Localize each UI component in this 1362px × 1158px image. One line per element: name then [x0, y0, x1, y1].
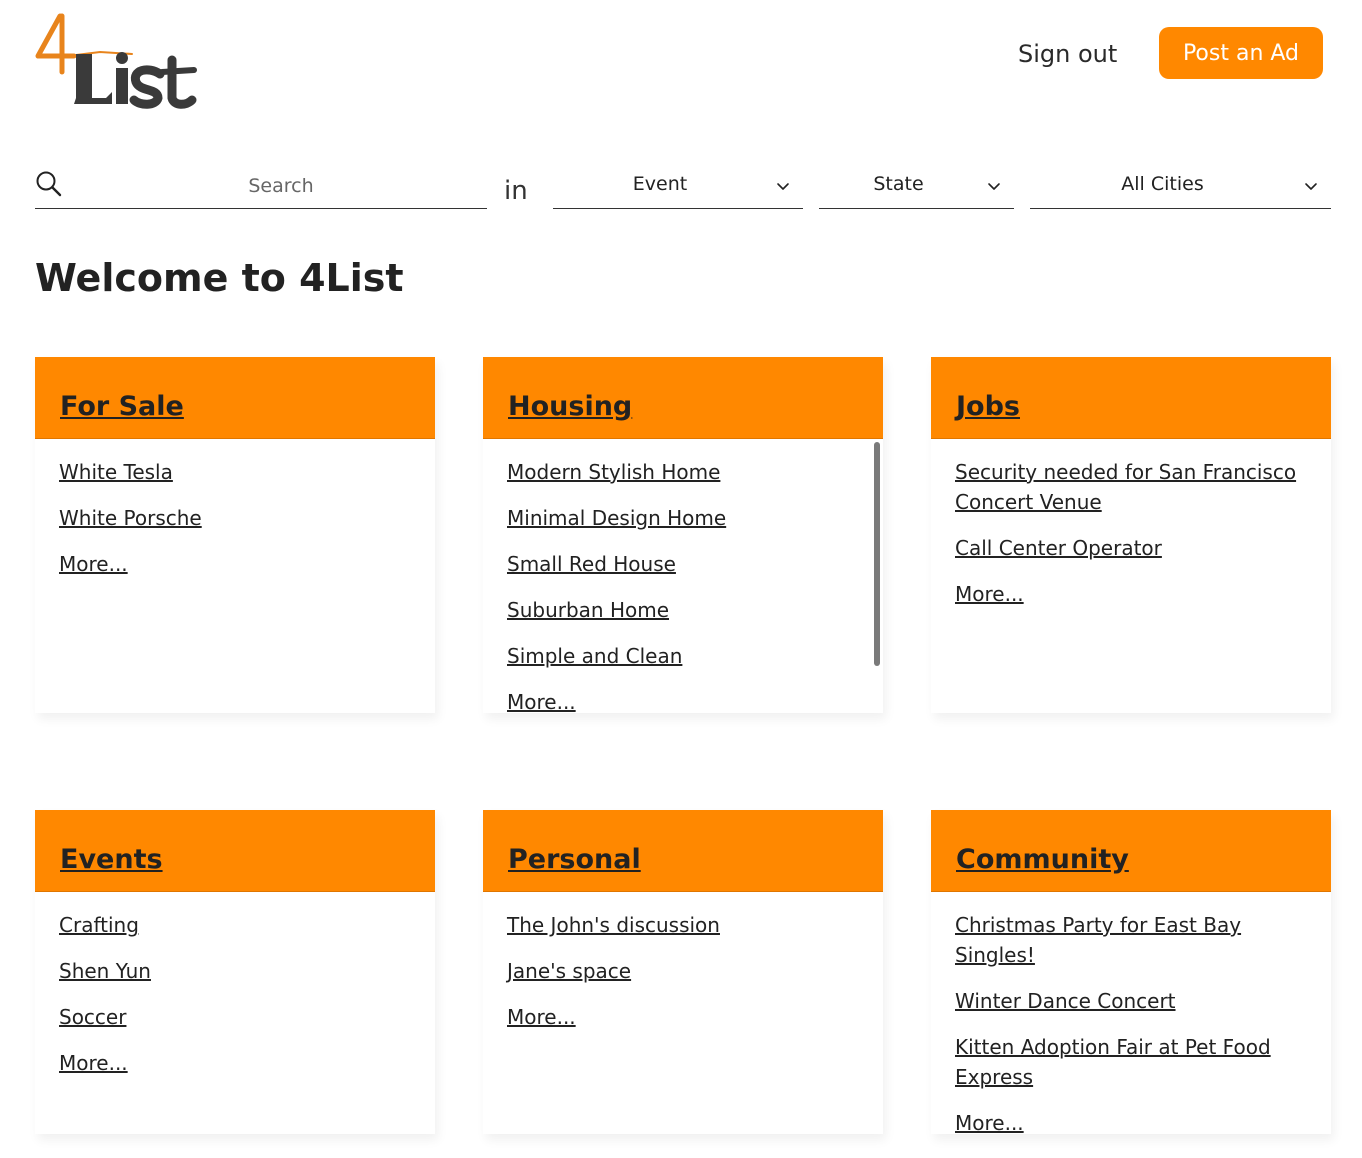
- listing-link[interactable]: Shen Yun: [59, 959, 151, 983]
- search-input[interactable]: [75, 170, 487, 202]
- listing-link[interactable]: Modern Stylish Home: [507, 460, 720, 484]
- card-header: For Sale: [35, 357, 435, 439]
- list-item: Simple and Clean: [507, 641, 859, 671]
- list-item: Call Center Operator: [955, 533, 1307, 563]
- card-title-housing[interactable]: Housing: [508, 391, 632, 422]
- more-link[interactable]: More...: [955, 582, 1024, 606]
- category-select-value: Event: [632, 173, 688, 195]
- listing-link[interactable]: Security needed for San Francisco Concer…: [955, 460, 1296, 514]
- listing-link[interactable]: Crafting: [59, 913, 139, 937]
- city-select-value: All Cities: [1121, 173, 1204, 195]
- more-link[interactable]: More...: [59, 552, 128, 576]
- listing-link[interactable]: Winter Dance Concert: [955, 989, 1176, 1013]
- site-logo[interactable]: [34, 12, 209, 110]
- list-item: Modern Stylish Home: [507, 457, 859, 487]
- scrollbar[interactable]: [874, 442, 880, 666]
- list-item: Crafting: [59, 910, 411, 940]
- in-label: in: [504, 176, 528, 206]
- list-item: More...: [59, 1048, 411, 1078]
- category-card-personal: Personal The John's discussion Jane's sp…: [483, 810, 883, 1134]
- listing-link[interactable]: Suburban Home: [507, 598, 669, 622]
- list-item: The John's discussion: [507, 910, 859, 940]
- listing-link[interactable]: Kitten Adoption Fair at Pet Food Express: [955, 1035, 1271, 1089]
- list-item: More...: [59, 549, 411, 579]
- card-title-for-sale[interactable]: For Sale: [60, 391, 184, 422]
- card-header: Housing: [483, 357, 883, 439]
- list-item: Suburban Home: [507, 595, 859, 625]
- listing-link[interactable]: White Tesla: [59, 460, 173, 484]
- list-item: Winter Dance Concert: [955, 986, 1307, 1016]
- card-title-personal[interactable]: Personal: [508, 844, 641, 875]
- listing-link[interactable]: Christmas Party for East Bay Singles!: [955, 913, 1241, 967]
- card-body: Security needed for San Francisco Concer…: [931, 439, 1331, 713]
- more-link[interactable]: More...: [507, 1005, 576, 1029]
- card-header: Events: [35, 810, 435, 892]
- listing-list: Modern Stylish Home Minimal Design Home …: [483, 439, 883, 713]
- card-body: Christmas Party for East Bay Singles! Wi…: [931, 892, 1331, 1134]
- list-item: White Porsche: [59, 503, 411, 533]
- list-item: Christmas Party for East Bay Singles!: [955, 910, 1307, 970]
- list-item: Soccer: [59, 1002, 411, 1032]
- card-title-community[interactable]: Community: [956, 844, 1129, 875]
- page-title: Welcome to 4List: [35, 256, 404, 300]
- list-item: Shen Yun: [59, 956, 411, 986]
- list-item: Minimal Design Home: [507, 503, 859, 533]
- chevron-down-icon: [1305, 183, 1317, 190]
- listing-link[interactable]: Minimal Design Home: [507, 506, 726, 530]
- listing-link[interactable]: Call Center Operator: [955, 536, 1162, 560]
- list-item: More...: [507, 687, 859, 713]
- state-select-value: State: [873, 173, 924, 195]
- list-item: Kitten Adoption Fair at Pet Food Express: [955, 1032, 1307, 1092]
- listing-list: White Tesla White Porsche More...: [35, 439, 435, 579]
- logo-graphic: [35, 13, 197, 109]
- state-select[interactable]: State: [819, 164, 1014, 209]
- city-select[interactable]: All Cities: [1030, 164, 1331, 209]
- category-card-housing: Housing Modern Stylish Home Minimal Desi…: [483, 357, 883, 713]
- chevron-down-icon: [777, 183, 789, 190]
- listing-link[interactable]: Small Red House: [507, 552, 676, 576]
- category-card-for-sale: For Sale White Tesla White Porsche More.…: [35, 357, 435, 713]
- more-link[interactable]: More...: [507, 690, 576, 713]
- list-item: Security needed for San Francisco Concer…: [955, 457, 1307, 517]
- card-title-jobs[interactable]: Jobs: [956, 391, 1020, 422]
- card-title-events[interactable]: Events: [60, 844, 163, 875]
- card-header: Personal: [483, 810, 883, 892]
- listing-link[interactable]: Soccer: [59, 1005, 126, 1029]
- listing-link[interactable]: The John's discussion: [507, 913, 720, 937]
- listing-link[interactable]: Simple and Clean: [507, 644, 682, 668]
- card-header: Jobs: [931, 357, 1331, 439]
- listing-link[interactable]: Jane's space: [507, 959, 631, 983]
- list-item: Jane's space: [507, 956, 859, 986]
- more-link[interactable]: More...: [955, 1111, 1024, 1134]
- list-item: More...: [955, 1108, 1307, 1134]
- chevron-down-icon: [988, 183, 1000, 190]
- search-icon[interactable]: [35, 170, 63, 198]
- list-item: Small Red House: [507, 549, 859, 579]
- category-card-events: Events Crafting Shen Yun Soccer More...: [35, 810, 435, 1134]
- category-card-jobs: Jobs Security needed for San Francisco C…: [931, 357, 1331, 713]
- search-bar: [35, 164, 487, 209]
- post-ad-button[interactable]: Post an Ad: [1159, 27, 1323, 79]
- listing-list: Christmas Party for East Bay Singles! Wi…: [931, 892, 1331, 1134]
- more-link[interactable]: More...: [59, 1051, 128, 1075]
- category-card-community: Community Christmas Party for East Bay S…: [931, 810, 1331, 1134]
- listing-link[interactable]: White Porsche: [59, 506, 202, 530]
- listing-list: Security needed for San Francisco Concer…: [931, 439, 1331, 609]
- listing-list: The John's discussion Jane's space More.…: [483, 892, 883, 1032]
- card-body: Crafting Shen Yun Soccer More...: [35, 892, 435, 1134]
- sign-out-link[interactable]: Sign out: [1018, 36, 1117, 72]
- list-item: More...: [507, 1002, 859, 1032]
- listing-list: Crafting Shen Yun Soccer More...: [35, 892, 435, 1078]
- list-item: More...: [955, 579, 1307, 609]
- card-header: Community: [931, 810, 1331, 892]
- category-select[interactable]: Event: [553, 164, 803, 209]
- card-body: The John's discussion Jane's space More.…: [483, 892, 883, 1134]
- card-body: Modern Stylish Home Minimal Design Home …: [483, 439, 883, 713]
- list-item: White Tesla: [59, 457, 411, 487]
- card-body: White Tesla White Porsche More...: [35, 439, 435, 713]
